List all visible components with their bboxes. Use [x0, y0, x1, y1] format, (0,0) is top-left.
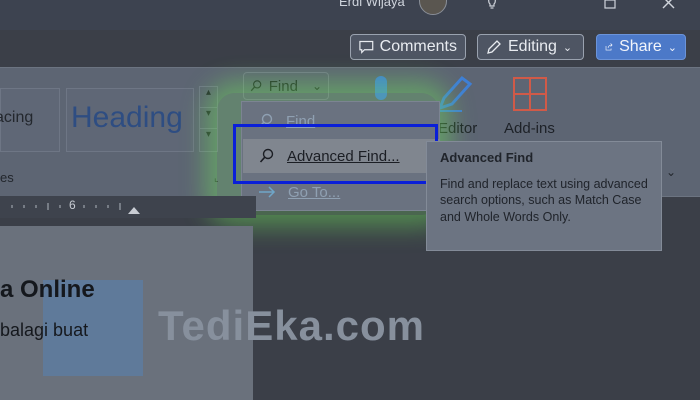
gallery-scroll-up[interactable]: ▴ [199, 86, 218, 108]
chevron-down-icon: ⌄ [311, 79, 322, 93]
addins-button[interactable]: Add-ins [502, 76, 564, 140]
gallery-scroll-down[interactable]: ▾ [199, 107, 218, 129]
style-no-spacing-label: acing [0, 109, 34, 126]
title-bar: Erdi Wijaya [0, 0, 700, 30]
addins-label: Add-ins [504, 120, 555, 137]
watermark-text: TediEka.com [158, 302, 425, 349]
menu-item-go-to-label: Go To... [288, 183, 341, 201]
annotation-highlight-box [233, 124, 438, 184]
editing-label: Editing [508, 38, 557, 55]
share-label: Share [619, 38, 662, 55]
document-body-text: balagi buat [0, 320, 89, 340]
find-button-label: Find [268, 77, 298, 95]
pencil-icon [487, 40, 501, 54]
share-icon [605, 43, 613, 51]
avatar[interactable] [419, 0, 447, 15]
user-name: Erdi Wijaya [339, 0, 405, 9]
search-icon [250, 80, 262, 92]
ruler-ticks [11, 203, 140, 214]
document-heading: a Online [0, 276, 95, 303]
style-heading-1[interactable]: Heading 1 [66, 88, 194, 152]
ruler-tick-label: 6 [69, 198, 76, 212]
style-heading-1-label: Heading 1 [71, 101, 193, 134]
share-button[interactable]: Share ⌄ [596, 34, 686, 60]
addins-grid-icon [513, 77, 547, 111]
horizontal-ruler[interactable]: 6 [0, 196, 256, 218]
chevron-down-icon: ⌄ [562, 41, 573, 54]
styles-group-label: es [0, 170, 14, 185]
comments-label: Comments [379, 38, 457, 55]
tooltip-advanced-find: Advanced Find Find and replace text usin… [426, 141, 662, 251]
close-icon[interactable] [662, 0, 675, 13]
editing-button[interactable]: Editing ⌄ [477, 34, 584, 60]
gallery-more[interactable]: ▾ [199, 128, 218, 152]
editor-label: Editor [438, 120, 478, 137]
restore-icon[interactable] [604, 0, 616, 13]
tooltip-title: Advanced Find [440, 150, 534, 165]
comments-button[interactable]: Comments [350, 34, 466, 60]
style-no-spacing[interactable]: acing [0, 88, 60, 152]
chevron-down-icon: ⌄ [667, 41, 677, 54]
lightbulb-icon[interactable] [486, 0, 498, 14]
arrow-right-icon [259, 186, 276, 198]
tooltip-body: Find and replace text using advanced sea… [440, 176, 648, 224]
comment-icon [359, 40, 374, 54]
collapse-ribbon-icon[interactable]: ⌄ [666, 165, 676, 179]
